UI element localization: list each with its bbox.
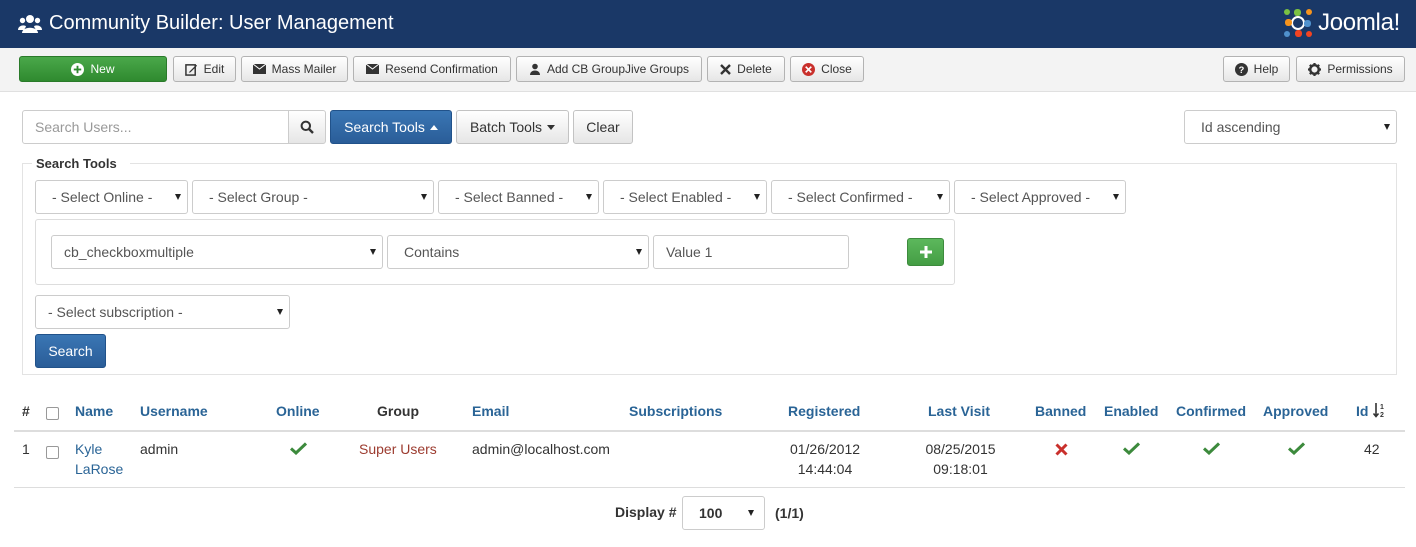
users-icon	[18, 15, 42, 33]
svg-text:1: 1	[1380, 404, 1384, 411]
gear-icon	[1308, 62, 1322, 76]
col-header-approved[interactable]: Approved	[1263, 403, 1328, 419]
approved-check-icon[interactable]	[1288, 442, 1305, 455]
col-header-last-visit[interactable]: Last Visit	[928, 403, 990, 419]
approved-filter[interactable]: - Select Approved -	[954, 180, 1126, 214]
close-icon	[720, 63, 732, 75]
joomla-logo: Joomla!	[1282, 6, 1400, 40]
mass-mailer-button[interactable]: Mass Mailer	[241, 56, 348, 82]
dropdown-arrow-icon	[748, 510, 754, 516]
last-visit-date: 08/25/2015 09:18:01	[925, 441, 996, 477]
add-condition-button[interactable]	[907, 238, 944, 266]
toolbar: New Edit Mass Mailer Resend Confirmation…	[0, 48, 1416, 92]
col-header-username[interactable]: Username	[140, 403, 208, 419]
search-input[interactable]	[22, 110, 289, 144]
group-link[interactable]: Super Users	[359, 439, 437, 459]
user-name-link[interactable]: Kyle LaRose	[75, 439, 123, 479]
joomla-wordmark: Joomla!	[1318, 9, 1400, 36]
operator-select[interactable]: Contains	[387, 235, 649, 269]
caret-up-icon	[429, 124, 438, 130]
search-button[interactable]: Search	[35, 334, 106, 368]
caret-down-icon	[547, 124, 556, 130]
edit-button[interactable]: Edit	[173, 56, 236, 82]
plus-circle-icon	[71, 62, 85, 76]
col-header-confirmed[interactable]: Confirmed	[1176, 403, 1246, 419]
col-header-subscriptions[interactable]: Subscriptions	[629, 403, 722, 419]
batch-tools-button[interactable]: Batch Tools	[456, 110, 569, 144]
col-header-enabled[interactable]: Enabled	[1104, 403, 1158, 419]
question-circle-icon: ?	[1234, 62, 1248, 76]
username: admin	[140, 441, 179, 457]
confirmed-filter[interactable]: - Select Confirmed -	[771, 180, 950, 214]
dropdown-arrow-icon	[636, 249, 642, 255]
dropdown-arrow-icon	[1113, 194, 1119, 200]
dropdown-arrow-icon	[277, 309, 283, 315]
edit-icon	[184, 63, 197, 76]
filter-value-input[interactable]	[653, 235, 849, 269]
plus-icon	[919, 246, 932, 258]
group-filter[interactable]: - Select Group -	[192, 180, 434, 214]
dropdown-arrow-icon	[370, 249, 376, 255]
search-tools-button[interactable]: Search Tools	[330, 110, 452, 144]
select-all-checkbox[interactable]	[46, 407, 59, 420]
col-header-banned[interactable]: Banned	[1035, 403, 1086, 419]
resend-confirmation-button[interactable]: Resend Confirmation	[353, 56, 511, 82]
email: admin@localhost.com	[472, 441, 610, 457]
clear-button[interactable]: Clear	[573, 110, 633, 144]
col-header-name[interactable]: Name	[75, 403, 113, 419]
user-add-icon	[529, 63, 540, 75]
dropdown-arrow-icon	[586, 194, 592, 200]
cancel-circle-icon	[802, 62, 816, 76]
dropdown-arrow-icon	[175, 194, 181, 200]
enabled-filter[interactable]: - Select Enabled -	[603, 180, 767, 214]
subscription-filter[interactable]: - Select subscription -	[35, 295, 290, 329]
search-tools-legend: Search Tools	[36, 156, 117, 171]
close-button[interactable]: Close	[790, 56, 864, 82]
col-header-number: #	[22, 403, 30, 419]
delete-button[interactable]: Delete	[707, 56, 785, 82]
col-header-registered[interactable]: Registered	[788, 403, 860, 419]
page-counter: (1/1)	[775, 505, 804, 521]
sort-numeric-asc-icon: 1 2	[1373, 403, 1384, 418]
row-checkbox[interactable]	[46, 446, 59, 459]
col-header-online[interactable]: Online	[276, 403, 320, 419]
dropdown-arrow-icon	[754, 194, 760, 200]
field-select[interactable]: cb_checkboxmultiple	[51, 235, 383, 269]
display-label: Display #	[615, 504, 677, 520]
envelope-icon	[366, 64, 380, 74]
banned-cross-icon[interactable]	[1055, 443, 1068, 456]
col-header-email[interactable]: Email	[472, 403, 509, 419]
registered-date: 01/26/2012 14:44:04	[789, 441, 861, 477]
svg-text:2: 2	[1380, 412, 1384, 418]
envelope-icon	[252, 64, 266, 74]
row-number: 1	[22, 441, 30, 457]
confirmed-check-icon[interactable]	[1203, 442, 1220, 455]
joomla-logo-icon	[1284, 9, 1313, 37]
display-limit-select[interactable]: 100	[682, 496, 765, 530]
ordering-select[interactable]: Id ascending	[1184, 110, 1397, 144]
permissions-button[interactable]: Permissions	[1296, 56, 1405, 82]
dropdown-arrow-icon	[1384, 124, 1390, 130]
col-header-group: Group	[377, 403, 419, 419]
online-check-icon	[290, 442, 307, 455]
banned-filter[interactable]: - Select Banned -	[438, 180, 599, 214]
help-button[interactable]: ? Help	[1223, 56, 1290, 82]
app-header: Community Builder: User Management Jooml…	[0, 0, 1416, 48]
svg-text:?: ?	[1238, 65, 1244, 75]
search-submit-button[interactable]	[288, 110, 326, 144]
online-filter[interactable]: - Select Online -	[35, 180, 188, 214]
col-header-id[interactable]: Id	[1356, 403, 1368, 419]
search-icon	[300, 120, 314, 134]
enabled-check-icon[interactable]	[1123, 442, 1140, 455]
add-groupjive-groups-button[interactable]: Add CB GroupJive Groups	[516, 56, 702, 82]
user-id: 42	[1364, 441, 1380, 457]
dropdown-arrow-icon	[421, 194, 427, 200]
new-button[interactable]: New	[19, 56, 167, 82]
page-title: Community Builder: User Management	[49, 12, 394, 34]
dropdown-arrow-icon	[937, 194, 943, 200]
